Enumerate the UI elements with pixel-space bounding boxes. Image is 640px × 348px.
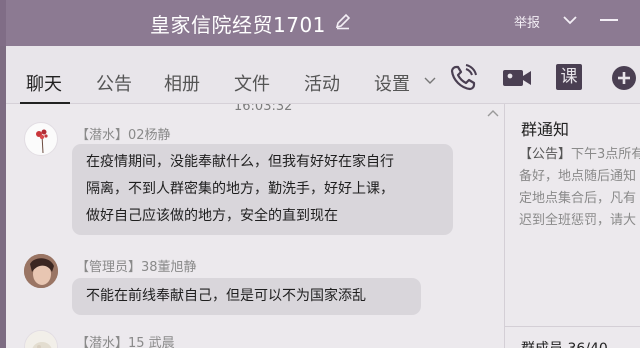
chat-window: 皇家信院经贸1701 举报 聊天 公告 相册 文件 活动 设置 课 16:03:… [0, 0, 640, 348]
avatar[interactable] [24, 330, 58, 348]
message-line: 做好自己应该做的地方，安全的直到现在 [86, 208, 338, 224]
avatar[interactable] [24, 122, 58, 156]
tab-chat[interactable]: 聊天 [26, 70, 62, 96]
notice-separator [505, 326, 640, 327]
edit-icon[interactable] [334, 12, 352, 30]
title-bar: 皇家信院经贸1701 举报 [0, 0, 640, 46]
phone-icon[interactable] [449, 64, 477, 92]
notice-line: 迟到全班惩罚，请大 [519, 213, 637, 228]
chevron-up-icon[interactable] [486, 108, 500, 118]
minimize-button[interactable] [600, 19, 618, 21]
members-count[interactable]: 群成员 36/40 [521, 338, 608, 348]
avatar[interactable] [24, 254, 58, 288]
message-bubble[interactable]: 不能在前线奉献自己，但是可以不为国家添乱 [72, 278, 421, 315]
notice-line[interactable]: 【公告】下午3点所有 [519, 144, 640, 166]
course-button[interactable]: 课 [556, 64, 582, 90]
chevron-down-icon[interactable] [424, 76, 436, 86]
message-line: 隔离，不到人群密集的地方，勤洗手，好好上课， [86, 181, 394, 197]
tab-settings[interactable]: 设置 [374, 70, 410, 96]
group-title: 皇家信院经贸1701 [150, 13, 326, 37]
flower-avatar-icon [36, 129, 48, 154]
group-notice-panel[interactable]: 群通知 【公告】下午3点所有 备好，地点随后通知 定地点集合后，凡有 迟到全班惩… [505, 104, 640, 348]
tab-announcements[interactable]: 公告 [96, 70, 132, 96]
chevron-down-icon[interactable] [562, 13, 578, 27]
message-sender[interactable]: 【潜水】15 武晨 [76, 332, 175, 348]
video-call-icon[interactable] [502, 64, 532, 92]
message-timestamp: 16:03:32 [234, 104, 293, 114]
tab-files[interactable]: 文件 [234, 70, 270, 96]
window-edge [0, 0, 6, 46]
photo-avatar-icon [25, 331, 57, 348]
message-line: 在疫情期间，没能奉献什么，但我有好好在家自行 [86, 154, 394, 170]
notice-line: 备好，地点随后通知 [519, 169, 637, 184]
chat-panel[interactable]: 16:03:32 【潜水】02杨静 在疫情期间，没能奉献什么，但我有好好在家自行… [6, 104, 504, 348]
tab-activities[interactable]: 活动 [304, 70, 340, 96]
message-line: 不能在前线奉献自己，但是可以不为国家添乱 [86, 288, 366, 304]
message-sender[interactable]: 【管理员】38董旭静 [76, 256, 197, 275]
add-icon[interactable] [610, 64, 638, 92]
message-bubble[interactable]: 在疫情期间，没能奉献什么，但我有好好在家自行 隔离，不到人群密集的地方，勤洗手，… [72, 144, 453, 235]
notice-text: 下午3点所有 [571, 147, 640, 162]
message-sender[interactable]: 【潜水】02杨静 [76, 124, 171, 143]
portrait-avatar-icon [24, 254, 58, 288]
tab-bar: 聊天 公告 相册 文件 活动 设置 课 [6, 46, 640, 104]
notice-heading: 群通知 [521, 120, 570, 139]
report-button[interactable]: 举报 [514, 12, 540, 31]
notice-line: 定地点集合后，凡有 [519, 191, 637, 206]
notice-tag: 【公告】 [519, 147, 572, 162]
tab-album[interactable]: 相册 [164, 70, 200, 96]
